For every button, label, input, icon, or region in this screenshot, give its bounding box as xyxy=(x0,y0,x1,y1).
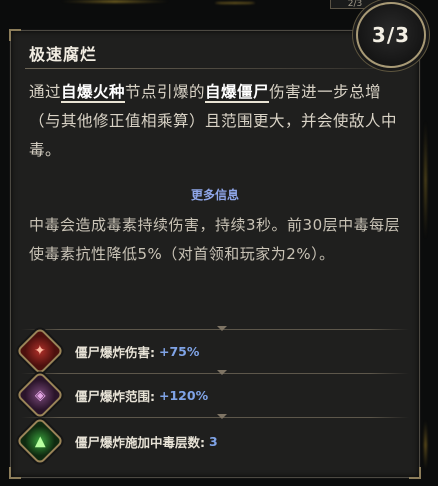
more-info-link[interactable]: 更多信息 xyxy=(11,186,419,203)
stat-value: 3 xyxy=(209,433,218,449)
explosion-damage-icon: ✦ xyxy=(15,326,65,376)
stat-label: 僵尸爆炸伤害: xyxy=(75,344,155,360)
background-glint xyxy=(215,2,255,4)
background-glint xyxy=(424,420,427,470)
keyword-link[interactable]: 自爆僵尸 xyxy=(205,83,270,103)
explosion-area-icon: ◈ xyxy=(15,370,65,420)
corner-ornament xyxy=(9,29,21,41)
stat-value: +120% xyxy=(159,387,209,403)
corner-ornament xyxy=(9,467,21,479)
stat-divider xyxy=(21,326,409,331)
corner-ornament xyxy=(409,467,421,479)
tooltip-title: 极速腐烂 xyxy=(29,45,98,64)
title-divider xyxy=(25,68,415,69)
rank-badge: 3/3 xyxy=(356,2,426,68)
stat-row-poison: ▲ 僵尸爆炸施加中毒层数: 3 xyxy=(15,416,409,466)
poison-stack-icon: ▲ xyxy=(15,416,65,466)
stat-row-damage: ✦ 僵尸爆炸伤害: +75% xyxy=(15,326,409,376)
stat-divider xyxy=(21,414,409,419)
poison-detail-text: 中毒会造成毒素持续伤害，持续3秒。前30层中毒每层使毒素抗性降低5%（对首领和玩… xyxy=(29,216,401,263)
keyword-link[interactable]: 自爆火种 xyxy=(61,83,126,103)
description-text: 通过 xyxy=(29,83,62,101)
tooltip-description: 通过自爆火种节点引爆的自爆僵尸伤害进一步总增（与其他修正值相乘算）且范围更大，并… xyxy=(29,78,409,165)
background-glint xyxy=(424,120,427,240)
skill-tooltip: 极速腐烂 通过自爆火种节点引爆的自爆僵尸伤害进一步总增（与其他修正值相乘算）且范… xyxy=(9,29,421,479)
description-text: 节点引爆的 xyxy=(125,83,206,101)
stat-label: 僵尸爆炸施加中毒层数: xyxy=(75,434,205,450)
background-glint xyxy=(60,0,170,3)
stat-row-area: ◈ 僵尸爆炸范围: +120% xyxy=(15,370,409,420)
stat-divider xyxy=(21,370,409,375)
stat-value: +75% xyxy=(159,343,200,359)
stat-label: 僵尸爆炸范围: xyxy=(75,388,155,404)
